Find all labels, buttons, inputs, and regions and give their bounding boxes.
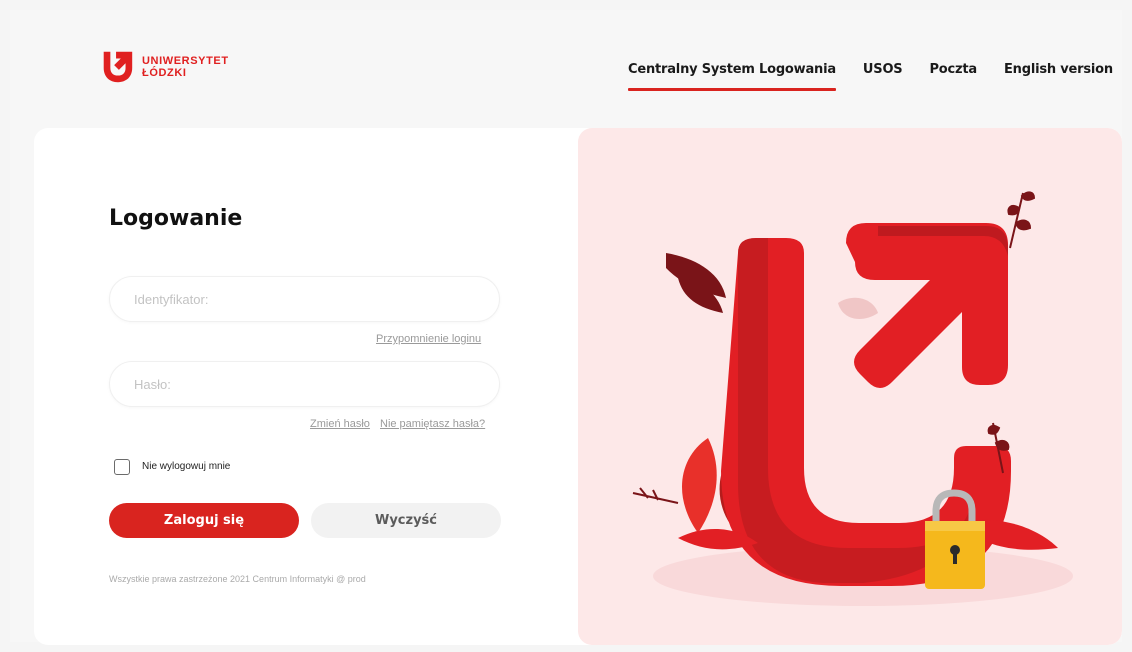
university-logo-icon	[103, 51, 133, 83]
clear-button[interactable]: Wyczyść	[311, 503, 501, 538]
remember-me-label: Nie wylogowuj mnie	[142, 461, 231, 472]
login-card: Logowanie Przypomnienie loginu Zmień has…	[34, 128, 1122, 645]
university-logo[interactable]: UNIWERSYTET ŁÓDZKI	[98, 48, 229, 86]
copyright-footer: Wszystkie prawa zastrzeżone 2021 Centrum…	[109, 574, 366, 584]
change-password-link[interactable]: Zmień hasło	[310, 418, 370, 430]
nav-central-login[interactable]: Centralny System Logowania	[628, 62, 836, 91]
page-title: Logowanie	[109, 206, 243, 231]
arrow-u-lock-illustration	[632, 191, 1073, 606]
remind-login-link[interactable]: Przypomnienie loginu	[376, 333, 481, 345]
identifier-input[interactable]	[109, 276, 500, 322]
login-button[interactable]: Zaloguj się	[109, 503, 299, 538]
logo-line-2: ŁÓDZKI	[142, 67, 187, 79]
illustration-panel	[578, 128, 1122, 645]
top-nav: Centralny System Logowania USOS Poczta E…	[628, 62, 1113, 91]
password-input[interactable]	[109, 361, 500, 407]
logo-line-1: UNIWERSYTET	[142, 55, 229, 67]
nav-mail[interactable]: Poczta	[929, 62, 977, 85]
logo-text: UNIWERSYTET ŁÓDZKI	[142, 55, 229, 79]
nav-english-version[interactable]: English version	[1004, 62, 1113, 85]
remember-me-checkbox[interactable]	[114, 459, 130, 475]
nav-usos[interactable]: USOS	[863, 62, 903, 85]
forgot-password-link[interactable]: Nie pamiętasz hasła?	[380, 418, 485, 430]
